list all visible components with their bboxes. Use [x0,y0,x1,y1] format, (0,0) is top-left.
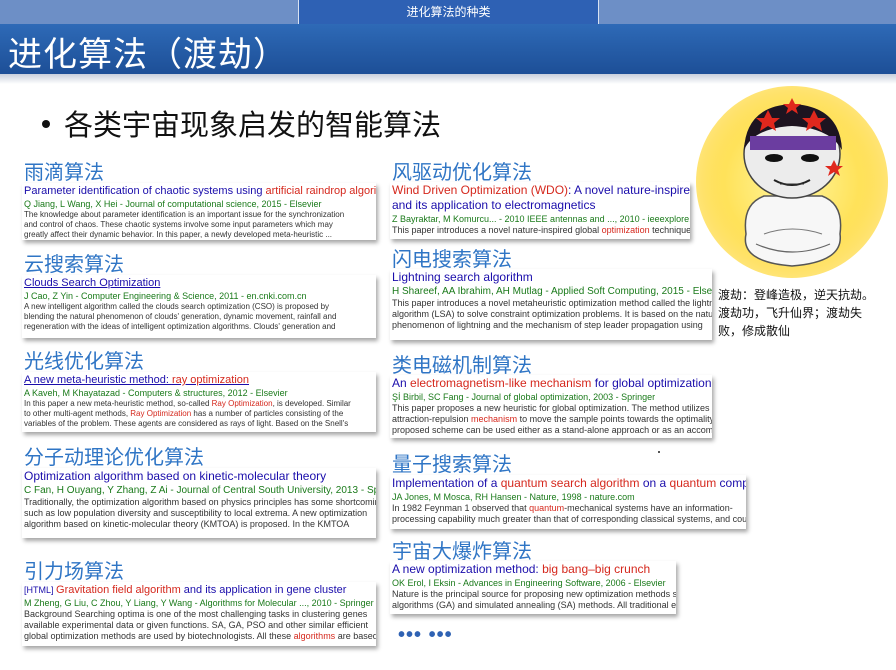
paper-abstract-line: A new intelligent algorithm called the c… [24,302,330,311]
paper-meta: C Fan, H Ouyang, Y Zhang, Z Ai - Journal… [24,485,376,496]
paper-title-line2[interactable]: and its application to electromagnetics [392,198,688,213]
paper-abstract-line: algorithm (LSA) to solve constraint opti… [392,309,712,319]
paper-title[interactable]: An electromagnetism-like mechanism for g… [392,376,712,391]
algo-title-clouds: 云搜索算法 [24,252,124,276]
paper-abstract-line: processing capability much greater than … [392,514,746,524]
algo-title-kinetic-molecular: 分子动理论优化算法 [24,445,204,469]
paper-abstract-line: such as low population diversity and sus… [24,508,368,518]
paper-card-wind-driven: Wind Driven Optimization (WDO): A novel … [390,182,690,239]
paper-title[interactable]: Lightning search algorithm [392,270,710,285]
algo-title-quantum: 量子搜索算法 [392,452,512,476]
paper-card-lightning: Lightning search algorithm H Shareef, AA… [390,269,712,340]
paper-abstract-line: algorithm based on kinetic-molecular the… [24,519,350,529]
paper-title[interactable]: Parameter identification of chaotic syst… [24,184,376,198]
paper-card-ray: A new meta-heuristic method: ray optimiz… [22,372,376,432]
paper-abstract-line: proposed scheme can be used either as a … [392,425,712,435]
paper-abstract-line: The knowledge about parameter identifica… [24,210,345,219]
paper-meta: H Shareef, AA Ibrahim, AH Mutlag - Appli… [392,286,712,297]
paper-card-electromagnetism: An electromagnetism-like mechanism for g… [390,375,712,438]
paper-title[interactable]: Implementation of a quantum search algor… [392,476,746,491]
paper-meta: A Kaveh, M Khayatazad - Computers & stru… [24,388,288,398]
paper-abstract-line: Nature is the principal source for propo… [392,589,676,599]
paper-meta: J Cao, Z Yin - Computer Engineering & Sc… [24,291,307,301]
paper-card-clouds: Clouds Search Optimization J Cao, Z Yin … [22,275,376,338]
paper-card-raindrop: Parameter identification of chaotic syst… [22,183,376,240]
paper-abstract-line: In this paper a new meta-heuristic metho… [24,399,351,408]
paper-abstract-line: In 1982 Feynman 1 observed that quantum-… [392,503,733,513]
title-shadow [0,74,896,84]
paper-meta: OK Erol, I Eksin - Advances in Engineeri… [392,578,666,588]
paper-card-quantum: Implementation of a quantum search algor… [390,475,746,529]
paper-abstract-line: available experimental data or given fun… [24,620,369,630]
paper-title[interactable]: Clouds Search Optimization [24,276,374,290]
bullet-point: 各类宇宙现象启发的智能算法 [42,102,441,144]
slide-title: 进化算法（渡劫） [8,35,288,75]
mascot-caption: 渡劫：登峰造极，逆天抗劫。渡劫功，飞升仙界；渡劫失败，修成散仙 [718,288,875,338]
paper-abstract-line: variables of the problem. These agents a… [24,419,349,428]
paper-abstract-line: and control of chaos. These chaotic syst… [24,220,333,229]
paper-abstract-line: global optimization methods are used by … [24,631,376,641]
paper-abstract-line: blending the natural phenomenon of cloud… [24,312,337,321]
algo-title-gravitation: 引力场算法 [24,559,124,583]
nav-tab-current[interactable]: 进化算法的种类 [299,0,598,24]
algo-title-ray: 光线优化算法 [24,349,144,373]
paper-title[interactable]: Optimization algorithm based on kinetic-… [24,469,374,484]
nav-divider [598,0,599,24]
algo-title-raindrop: 雨滴算法 [24,160,104,184]
paper-meta: JA Jones, M Mosca, RH Hansen - Nature, 1… [392,492,635,502]
algo-title-big-bang: 宇宙大爆炸算法 [392,539,532,563]
paper-meta: Şİ Birbil, SC Fang - Journal of global o… [392,392,656,402]
paper-abstract-line: This paper introduces a novel metaheuris… [392,298,712,308]
paper-abstract-line: greatly affect their dynamic behavior. I… [24,230,333,239]
paper-title[interactable]: Wind Driven Optimization (WDO): A novel … [392,183,690,198]
paper-title[interactable]: A new meta-heuristic method: ray optimiz… [24,373,374,387]
top-nav-bar: 进化算法的种类 [0,0,896,24]
paper-title[interactable]: [HTML] Gravitation field algorithm and i… [24,583,374,597]
paper-meta: M Zheng, G Liu, C Zhou, Y Liang, Y Wang … [24,598,374,608]
paper-abstract-line: regeneration with the ideas of intellige… [24,322,336,331]
algo-title-lightning: 闪电搜索算法 [392,247,512,271]
paper-abstract-line: Background Searching optima is one of th… [24,609,368,619]
paper-card-gravitation: [HTML] Gravitation field algorithm and i… [22,582,376,646]
cartoon-face-meme-icon [696,86,888,278]
paper-abstract-line: algorithms (GA) and simulated annealing … [392,600,676,610]
paper-abstract-line: Traditionally, the optimization algorith… [24,497,376,507]
title-band: 进化算法（渡劫） [0,24,896,75]
paper-abstract-line: This paper introduces a novel nature-ins… [392,225,690,235]
paper-abstract-line: attraction-repulsion mechanism to move t… [392,414,712,424]
paper-title[interactable]: A new optimization method: big bang–big … [392,562,674,577]
paper-card-kinetic-molecular: Optimization algorithm based on kinetic-… [22,468,376,538]
more-ellipsis: ••• ••• [398,624,453,646]
paper-meta: Z Bayraktar, M Komurcu... - 2010 IEEE an… [392,214,690,224]
paper-abstract-line: This paper proposes a new heuristic for … [392,403,712,413]
paper-abstract-line: to other multi-agent methods, Ray Optimi… [24,409,344,418]
paper-meta: Q Jiang, L Wang, X Hei - Journal of comp… [24,199,322,209]
algo-title-electromagnetism: 类电磁机制算法 [392,353,532,377]
stray-dot [658,451,660,453]
paper-card-big-bang: A new optimization method: big bang–big … [390,561,676,614]
paper-abstract-line: phenomenon of lightning and the mechanis… [392,320,703,330]
algo-title-wind-driven: 风驱动优化算法 [392,160,532,184]
bullet-text: 各类宇宙现象启发的智能算法 [64,108,442,142]
bullet-dot [42,120,50,128]
